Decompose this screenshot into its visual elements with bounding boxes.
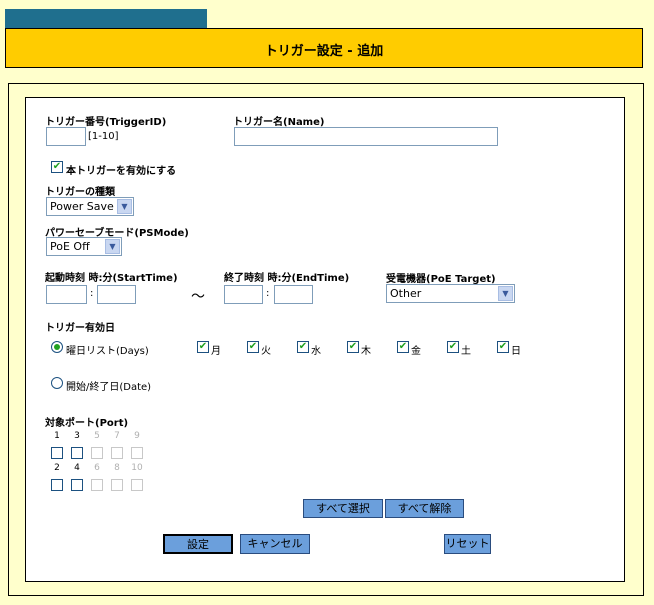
start-time-separator: : [90,288,94,299]
checkmark-icon: ✔ [498,341,508,352]
chevron-down-icon: ▼ [498,286,513,301]
checkmark-icon: ✔ [348,341,358,352]
date-range-label: 開始/終了日(Date) [66,382,152,393]
day-label-sat: 土 [461,346,471,357]
trigger-type-label: トリガーの種類 [45,187,115,198]
port-checkbox-9 [131,447,143,459]
day-checkbox-sun[interactable]: ✔ [497,341,509,353]
set-button[interactable]: 設定 [163,534,233,554]
trigger-id-range: [1-10] [88,131,119,142]
start-minute-input[interactable] [97,285,136,304]
range-tilde: ～ [191,289,205,305]
port-checkbox-6 [91,479,103,491]
port-number: 3 [74,431,80,441]
port-checkbox-8 [111,479,123,491]
trigger-id-input[interactable] [46,127,86,146]
ps-mode-value: PoE Off [50,240,90,253]
day-label-tue: 火 [261,346,271,357]
port-number: 5 [94,431,100,441]
day-checkbox-sat[interactable]: ✔ [447,341,459,353]
trigger-name-label: トリガー名(Name) [233,117,325,128]
day-label-sun: 日 [511,346,521,357]
chevron-down-icon: ▼ [117,199,132,214]
radio-dot-icon [54,344,60,350]
port-number: 4 [74,463,80,473]
day-label-fri: 金 [411,346,421,357]
days-list-radio[interactable] [51,341,63,353]
trigger-type-select[interactable]: Power Save ▼ [46,197,134,216]
page-title: トリガー設定 - 追加 [264,44,384,59]
poe-target-value: Other [390,287,422,300]
enable-checkbox[interactable]: ✔ [51,161,63,173]
port-checkbox-2[interactable] [51,479,63,491]
day-checkbox-thu[interactable]: ✔ [347,341,359,353]
trigger-name-input[interactable] [234,127,498,146]
day-checkbox-wed[interactable]: ✔ [297,341,309,353]
port-number: 7 [114,431,120,441]
checkmark-icon: ✔ [298,341,308,352]
select-all-button[interactable]: すべて選択 [303,499,383,518]
day-checkbox-mon[interactable]: ✔ [197,341,209,353]
enable-label: 本トリガーを有効にする [66,166,177,177]
start-hour-input[interactable] [46,285,87,304]
day-label-mon: 月 [211,346,221,357]
port-checkbox-3[interactable] [71,447,83,459]
checkmark-icon: ✔ [52,161,62,172]
port-checkbox-10 [131,479,143,491]
port-number: 6 [94,463,100,473]
cancel-button[interactable]: キャンセル [240,534,310,554]
day-checkbox-fri[interactable]: ✔ [397,341,409,353]
chevron-down-icon: ▼ [105,239,120,254]
trigger-type-value: Power Save [50,200,114,213]
ports-label: 対象ポート(Port) [45,418,129,429]
port-checkbox-5 [91,447,103,459]
port-number: 9 [134,431,140,441]
start-time-label: 起動時刻 時:分(StartTime) [45,273,178,284]
ps-mode-select[interactable]: PoE Off ▼ [46,237,122,256]
clear-all-button[interactable]: すべて解除 [385,499,464,518]
poe-target-label: 受電機器(PoE Target) [386,274,496,285]
port-checkbox-7 [111,447,123,459]
day-checkbox-tue[interactable]: ✔ [247,341,259,353]
day-label-thu: 木 [361,346,371,357]
end-minute-input[interactable] [274,285,313,304]
port-number: 10 [131,463,143,473]
port-checkbox-1[interactable] [51,447,63,459]
port-checkbox-4[interactable] [71,479,83,491]
header-bar: トリガー設定 - 追加 [5,28,643,68]
port-number: 2 [54,463,60,473]
header-tab-bar [5,9,207,28]
port-number: 8 [114,463,120,473]
end-time-separator: : [266,288,270,299]
checkmark-icon: ✔ [398,341,408,352]
checkmark-icon: ✔ [248,341,258,352]
checkmark-icon: ✔ [448,341,458,352]
trigger-id-label: トリガー番号(TriggerID) [45,117,167,128]
end-hour-input[interactable] [224,285,263,304]
days-list-label: 曜日リスト(Days) [66,346,149,357]
checkmark-icon: ✔ [198,341,208,352]
end-time-label: 終了時刻 時:分(EndTime) [224,273,350,284]
port-number: 1 [54,431,60,441]
poe-target-select[interactable]: Other ▼ [386,284,515,303]
reset-button[interactable]: リセット [444,534,491,554]
day-label-wed: 水 [311,346,321,357]
date-range-radio[interactable] [51,377,63,389]
days-section-label: トリガー有効日 [45,323,115,334]
